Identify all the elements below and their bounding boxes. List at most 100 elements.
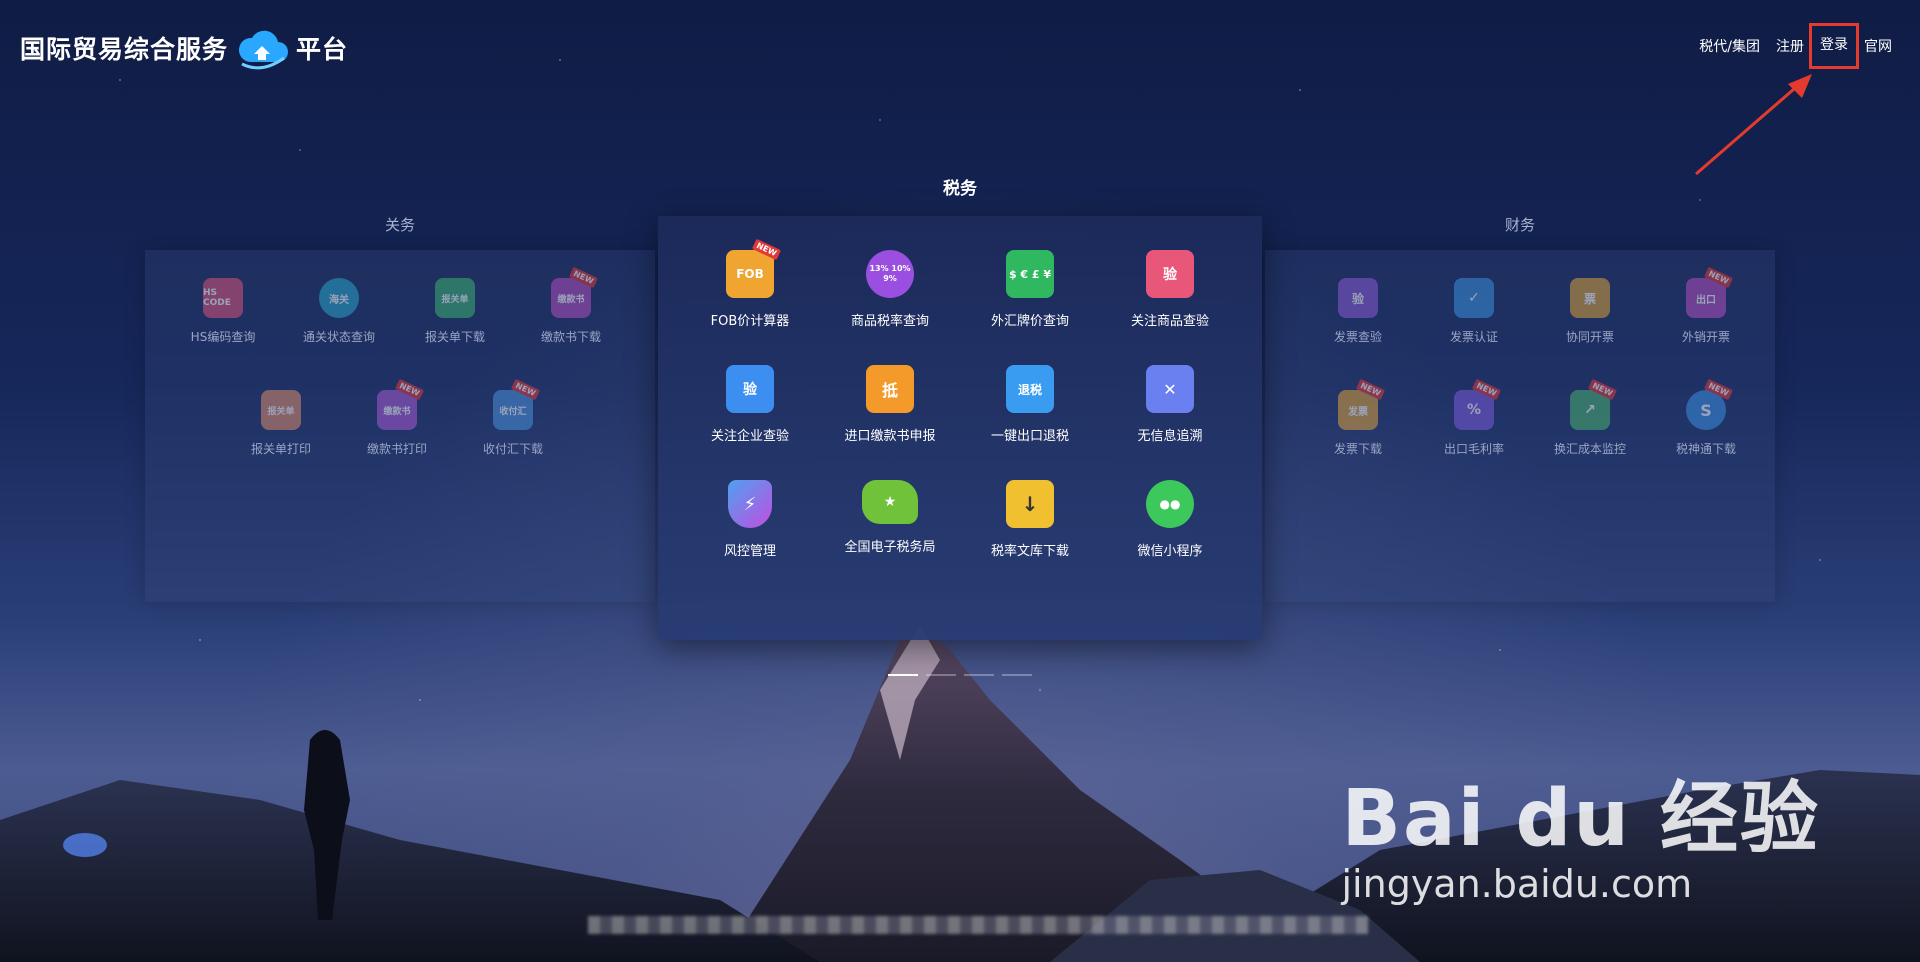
customs-status-query-item[interactable]: 海关 通关状态查询 [281,278,397,345]
fx-rate-query-item[interactable]: $ € £ ¥ 外汇牌价查询 [960,250,1100,329]
invoice-auth-item[interactable]: ✓ 发票认证 [1416,278,1532,345]
receipt-payment-download-item[interactable]: 收付汇 NEW 收付汇下载 [455,378,571,457]
carousel-dot[interactable] [888,674,918,676]
new-badge: NEW [1355,378,1386,401]
e-tax-bureau-label: 全国电子税务局 [844,540,936,555]
invoice-download-icon: 发票 NEW [1338,378,1386,430]
import-payment-declare-item[interactable]: 抵 进口缴款书申报 [820,365,960,444]
export-margin-item[interactable]: % NEW 出口毛利率 [1416,378,1532,457]
finance-panel-title: 财务 [1504,216,1535,234]
watermark-main: Bai du 经验 [1341,774,1820,864]
new-badge: NEW [394,378,425,401]
nav-official-site[interactable]: 官网 [1864,36,1892,56]
trend-chart-icon: ↗ NEW [1570,378,1618,430]
risk-control-label: 风控管理 [723,544,776,559]
wechat-miniprogram-item[interactable]: ●● 微信小程序 [1100,480,1240,559]
receipt-payment-download-label: 收付汇下载 [482,442,543,456]
export-margin-label: 出口毛利率 [1443,442,1504,456]
shuishentong-download-item[interactable]: S NEW 税神通下载 [1648,378,1764,457]
new-badge: NEW [1471,378,1502,401]
hs-code-query-label: HS编码查询 [190,330,256,344]
goods-check-item[interactable]: 验 关注商品查验 [1100,250,1240,329]
receipt-payment-icon: 收付汇 NEW [493,378,541,430]
carousel-dot[interactable] [1002,674,1032,676]
new-badge: NEW [1587,378,1618,401]
carousel-indicators [888,674,1032,676]
hs-code-icon: HS CODE [203,278,243,318]
declaration-download-label: 报关单下载 [424,330,485,344]
invoice-check-label: 发票查验 [1333,330,1382,344]
currency-icon: $ € £ ¥ [1006,250,1054,298]
logo-text-left: 国际贸易综合服务 [20,35,229,64]
payment-note-print-item[interactable]: 缴款书 NEW 缴款书打印 [339,378,455,457]
barcode-check-icon: 验 [1146,250,1194,298]
tax-rate-query-label: 商品税率查询 [850,314,929,329]
carousel-dot[interactable] [926,674,956,676]
payment-note-print-label: 缴款书打印 [366,442,427,456]
wechat-miniprogram-label: 微信小程序 [1137,544,1203,559]
tax-library-download-item[interactable]: ↓ 税率文库下载 [960,480,1100,559]
wechat-icon: ●● [1146,480,1194,528]
company-check-icon: 验 [726,365,774,413]
invoice-check-item[interactable]: 验 发票查验 [1300,278,1416,345]
cloud-logo-icon [238,30,289,70]
blurred-footer-text [588,916,1368,934]
collab-invoicing-icon: 票 [1570,278,1610,318]
document-x-icon: ✕ [1146,365,1194,413]
export-invoicing-label: 外销开票 [1681,330,1730,344]
download-box-icon: ↓ [1006,480,1054,528]
shuishentong-logo-icon: S NEW [1686,378,1734,430]
company-check-item[interactable]: 验 关注企业查验 [680,365,820,444]
tax-panel: FOB NEW FOB价计算器 13% 10% 9% 商品税率查询 $ € £ ¥… [658,216,1262,640]
tax-refund-hand-icon: 退税 [1006,365,1054,413]
payment-note-download-item[interactable]: 缴款书 NEW 缴款书下载 [513,266,629,345]
fob-calculator-label: FOB价计算器 [710,314,790,329]
new-badge: NEW [751,238,782,261]
shuishentong-download-label: 税神通下载 [1675,442,1736,456]
export-invoicing-icon: 出口 NEW [1686,266,1734,318]
no-info-trace-item[interactable]: ✕ 无信息追溯 [1100,365,1240,444]
tax-rate-query-item[interactable]: 13% 10% 9% 商品税率查询 [820,250,960,329]
new-badge: NEW [1703,378,1734,401]
nav-login[interactable]: 登录 [1809,23,1859,69]
percent-icon: % NEW [1454,378,1502,430]
declaration-download-item[interactable]: 报关单 报关单下载 [397,278,513,345]
magnifier-rate-icon: 13% 10% 9% [866,250,914,298]
deduct-icon: 抵 [866,365,914,413]
invoice-download-item[interactable]: 发票 NEW 发票下载 [1300,378,1416,457]
fob-calculator-item[interactable]: FOB NEW FOB价计算器 [680,238,820,329]
logo-text-right: 平台 [296,35,349,64]
payment-note-download-icon: 缴款书 NEW [551,266,599,318]
watermark-url: jingyan.baidu.com [1341,862,1693,906]
invoice-auth-label: 发票认证 [1449,330,1498,344]
customs-status-query-label: 通关状态查询 [302,330,375,344]
hs-code-query-item[interactable]: HS CODE HS编码查询 [165,278,281,345]
declaration-print-item[interactable]: 报关单 报关单打印 [223,390,339,457]
tax-library-download-label: 税率文库下载 [990,544,1069,559]
customs-panel: HS CODE HS编码查询 海关 通关状态查询 报关单 报关单下载 缴款书 NE… [145,250,655,602]
nav-tax-agent-group[interactable]: 税代/集团 [1699,36,1760,56]
baidu-watermark: Bai du 经验 jingyan.baidu.com [1342,756,1821,906]
customs-pass-icon: 海关 [319,278,359,318]
risk-control-item[interactable]: ⚡ 风控管理 [680,480,820,559]
shield-icon: ⚡ [728,480,772,528]
new-badge: NEW [568,266,599,289]
printer-icon: 报关单 [261,390,301,430]
logo[interactable]: 国际贸易综合服务 平台 [20,24,348,72]
fob-calculator-icon: FOB NEW [726,238,782,298]
declaration-print-label: 报关单打印 [250,442,311,456]
fx-cost-monitor-item[interactable]: ↗ NEW 换汇成本监控 [1532,378,1648,457]
new-badge: NEW [510,378,541,401]
collab-invoicing-item[interactable]: 票 协同开票 [1532,278,1648,345]
fx-cost-monitor-label: 换汇成本监控 [1553,442,1626,456]
export-refund-item[interactable]: 退税 一键出口退税 [960,365,1100,444]
tax-panel-title: 税务 [943,179,977,199]
collab-invoicing-label: 协同开票 [1565,330,1614,344]
e-tax-bureau-item[interactable]: ★ 全国电子税务局 [820,480,960,559]
export-invoicing-item[interactable]: 出口 NEW 外销开票 [1648,266,1764,345]
company-check-label: 关注企业查验 [710,429,789,444]
nav-register[interactable]: 注册 [1776,36,1804,56]
carousel-dot[interactable] [964,674,994,676]
new-badge: NEW [1703,266,1734,289]
payment-note-download-label: 缴款书下载 [540,330,601,344]
